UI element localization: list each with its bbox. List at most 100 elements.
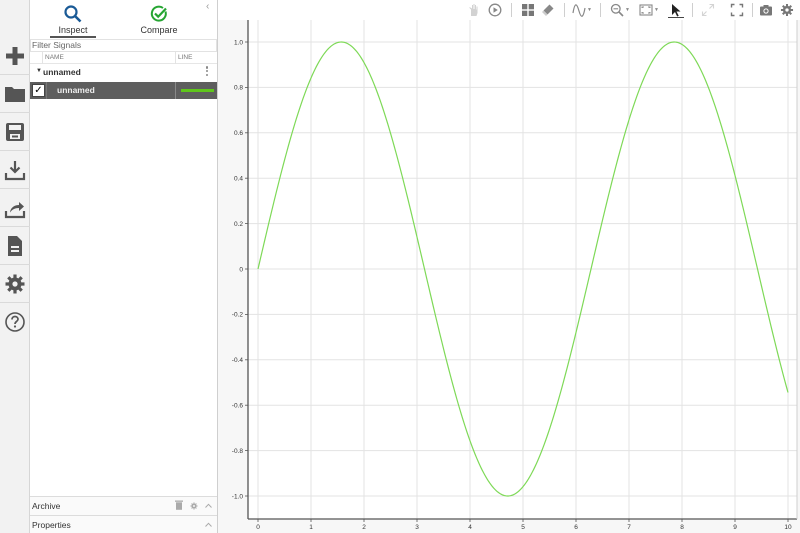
toolbar-divider [600,3,601,17]
x-tick-label: 1 [309,524,313,531]
y-tick-label: -0.4 [232,357,244,364]
x-tick-label: 7 [627,524,631,531]
toolbar-divider [564,3,565,17]
y-tick-label: -0.8 [232,448,244,455]
line-style-swatch[interactable] [181,89,214,92]
archive-settings-icon[interactable] [190,502,198,510]
cursor-icon [672,3,681,16]
tab-compare[interactable]: Compare [136,0,182,38]
expand-button[interactable] [700,2,716,18]
simulation-data-inspector: Inspect Compare ‹ Filter Signals NAME LI… [0,0,800,533]
report-icon [8,235,22,256]
properties-label: Properties [32,520,71,530]
report-button[interactable] [0,227,30,265]
run-group-row[interactable]: ▼ unnamed [30,64,217,81]
signal-name: unnamed [57,85,95,95]
chevron-up-icon[interactable] [205,503,212,508]
toolbar-divider [752,3,753,17]
new-button[interactable] [0,37,30,75]
fit-to-view-button[interactable]: ▼ [636,2,662,18]
chevron-down-icon: ▼ [587,7,592,13]
plot-settings-button[interactable] [779,2,795,18]
signal-checkbox[interactable]: ✓ [32,84,45,97]
export-icon [4,201,26,218]
expand-triangle-icon[interactable]: ▼ [36,68,42,74]
open-button[interactable] [0,75,30,113]
y-tick-label: 0.6 [234,130,243,137]
toolbar-divider [692,3,693,17]
x-tick-label: 0 [256,524,260,531]
x-tick-label: 2 [362,524,366,531]
column-divider [46,82,47,99]
tab-inspect[interactable]: Inspect [50,0,96,38]
gear-icon [780,3,794,17]
check-circle-icon [150,5,167,22]
plot-toolbar: ▼ ▼ ▼ [218,0,800,20]
chevron-down-icon: ▼ [625,7,630,13]
signal-table-header: NAME LINE [30,52,217,64]
y-tick-label: 0.8 [234,85,243,92]
save-icon [6,122,24,141]
layout-grid-icon [522,4,534,16]
x-tick-label: 8 [680,524,684,531]
save-button[interactable] [0,113,30,151]
import-icon [4,160,26,180]
layout-button[interactable] [520,2,536,18]
signal-style-button[interactable]: ▼ [570,2,594,18]
signal-style-icon [572,4,586,17]
expand-icon [701,3,715,17]
fit-to-view-icon [639,4,653,16]
x-tick-label: 9 [733,524,737,531]
snapshot-button[interactable] [758,2,774,18]
x-tick-label: 4 [468,524,472,531]
pan-button[interactable] [466,2,482,18]
signal-plot[interactable]: 0 1 2 3 4 5 6 7 8 9 10 1.0 0.8 0.6 0.4 0.2 0 -0.2 -0.4 -0.… [218,20,800,533]
chevron-up-icon[interactable] [205,522,212,527]
help-icon [5,312,25,332]
x-tick-label: 10 [784,524,792,531]
filter-signals-input[interactable]: Filter Signals [30,39,217,52]
x-tick-label: 6 [574,524,578,531]
y-axis-ticks: 1.0 0.8 0.6 0.4 0.2 0 -0.2 -0.4 -0.6 -0.8 -1.0 [232,39,248,500]
eraser-icon [542,4,554,16]
run-name: unnamed [43,67,81,77]
clear-button[interactable] [540,2,556,18]
cursor-button[interactable] [668,2,684,18]
fullscreen-icon [730,3,744,17]
help-button[interactable] [0,303,30,341]
more-options-icon[interactable] [205,65,209,79]
column-header-name[interactable]: NAME [45,54,64,61]
left-toolbar [0,0,30,533]
open-folder-icon [5,86,25,102]
export-button[interactable] [0,189,30,227]
toolbar-divider [511,3,512,17]
y-tick-label: 0 [239,266,243,273]
settings-icon [5,274,25,293]
import-button[interactable] [0,151,30,189]
trash-icon[interactable] [175,500,183,510]
chevron-down-icon: ▼ [654,7,659,13]
y-tick-label: 1.0 [234,39,243,46]
new-icon [6,46,24,65]
y-tick-label: 0.4 [234,176,243,183]
column-header-line[interactable]: LINE [175,52,192,64]
play-button[interactable] [486,2,504,18]
collapse-panel-button[interactable]: ‹ [206,1,209,12]
signal-panel: Inspect Compare ‹ Filter Signals NAME LI… [30,0,218,533]
properties-section[interactable]: Properties [30,515,217,533]
archive-section[interactable]: Archive [30,496,217,515]
camera-icon [760,5,772,16]
column-divider [175,82,176,99]
signal-row[interactable]: ✓ unnamed [30,82,217,99]
y-tick-label: -1.0 [232,493,244,500]
archive-label: Archive [32,501,61,511]
fullscreen-button[interactable] [729,2,745,18]
y-tick-label: 0.2 [234,221,243,228]
x-axis-ticks: 0 1 2 3 4 5 6 7 8 9 10 [256,519,792,531]
y-tick-label: -0.2 [232,312,244,319]
x-tick-label: 3 [415,524,419,531]
play-icon [488,3,502,17]
y-tick-label: -0.6 [232,403,244,410]
settings-button[interactable] [0,265,30,303]
zoom-button[interactable]: ▼ [608,2,632,18]
